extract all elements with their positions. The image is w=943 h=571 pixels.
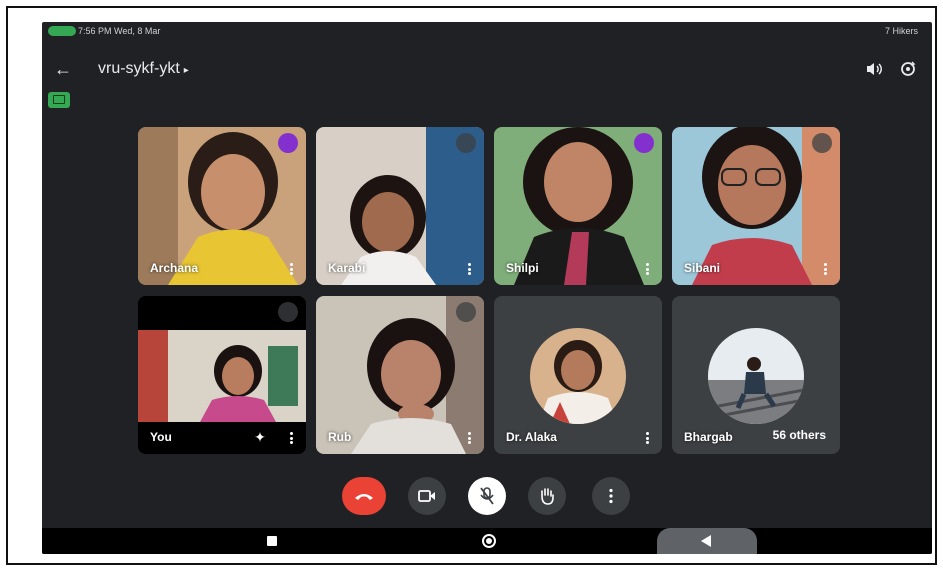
- others-count-chip[interactable]: 56 others: [764, 422, 834, 448]
- participant-name: Shilpi: [506, 261, 539, 275]
- participant-avatar: [708, 328, 804, 424]
- captions-icon[interactable]: [48, 92, 70, 108]
- back-arrow-icon[interactable]: ←: [52, 58, 74, 80]
- participant-tile-self[interactable]: You ✦: [138, 296, 306, 454]
- more-options-icon[interactable]: [286, 430, 296, 446]
- more-options-button[interactable]: [592, 477, 630, 515]
- effects-icon[interactable]: ✦: [250, 428, 270, 446]
- status-right: 7 Hikers: [884, 26, 918, 36]
- mic-off-icon: [634, 302, 654, 322]
- back-nav-button[interactable]: [657, 528, 757, 554]
- status-time: 7:56 PM Wed, 8 Mar: [78, 26, 161, 36]
- meeting-code-text: vru-sykf-ykt: [98, 60, 180, 77]
- call-indicator-pill: [48, 26, 76, 36]
- participant-name: Rub: [328, 430, 352, 444]
- participant-name: You: [150, 430, 172, 444]
- more-options-icon[interactable]: [642, 430, 652, 446]
- meeting-code-button[interactable]: vru-sykf-ykt ▸: [98, 58, 189, 82]
- speaking-indicator-icon: [634, 133, 654, 153]
- participant-name: Dr. Alaka: [506, 430, 557, 444]
- participant-tile[interactable]: Shilpi: [494, 127, 662, 285]
- participant-name: Karabi: [328, 261, 366, 275]
- home-nav-icon[interactable]: [482, 534, 496, 548]
- more-options-icon[interactable]: [642, 261, 652, 277]
- back-nav-icon: [701, 535, 711, 547]
- status-bar: 7:56 PM Wed, 8 Mar 7 Hikers: [42, 22, 932, 40]
- more-options-icon[interactable]: [464, 261, 474, 277]
- participant-name: Sibani: [684, 261, 721, 275]
- recents-nav-icon[interactable]: [267, 536, 277, 546]
- participant-tile[interactable]: Archana: [138, 127, 306, 285]
- end-call-icon: [355, 494, 373, 500]
- mic-off-icon: [812, 302, 832, 322]
- participant-grid: Archana Karabi Shilpi Sibani You ✦ Rub D…: [138, 127, 842, 454]
- participant-avatar: [530, 328, 626, 424]
- mic-off-icon: [456, 302, 476, 322]
- microphone-button[interactable]: [468, 477, 506, 515]
- more-options-icon[interactable]: [286, 261, 296, 277]
- meet-screen: 7:56 PM Wed, 8 Mar 7 Hikers ← vru-sykf-y…: [42, 22, 932, 554]
- participant-tile[interactable]: Sibani: [672, 127, 840, 285]
- participant-name: Bhargab: [684, 430, 733, 444]
- raise-hand-icon: [541, 488, 554, 505]
- camera-icon: [418, 490, 435, 502]
- flip-camera-icon[interactable]: [896, 58, 920, 80]
- more-options-icon[interactable]: [464, 430, 474, 446]
- mic-off-icon: [456, 133, 476, 153]
- mic-off-icon: [812, 133, 832, 153]
- participant-tile[interactable]: Karabi: [316, 127, 484, 285]
- speaking-indicator-icon: [278, 133, 298, 153]
- more-options-icon: [609, 488, 613, 504]
- participant-name: Archana: [150, 261, 199, 275]
- android-nav-bar: [42, 528, 932, 554]
- call-controls: [342, 477, 642, 517]
- meeting-code-caret-icon: ▸: [183, 65, 189, 76]
- mic-off-icon: [278, 302, 298, 322]
- participant-tile[interactable]: Dr. Alaka: [494, 296, 662, 454]
- speaker-icon[interactable]: [862, 58, 886, 80]
- mic-off-icon: [480, 487, 494, 505]
- raise-hand-button[interactable]: [528, 477, 566, 515]
- participant-tile[interactable]: Rub: [316, 296, 484, 454]
- participant-tile[interactable]: Bhargab 56 others: [672, 296, 840, 454]
- more-options-icon[interactable]: [820, 261, 830, 277]
- screenshot-frame: 7:56 PM Wed, 8 Mar 7 Hikers ← vru-sykf-y…: [6, 6, 937, 565]
- camera-button[interactable]: [408, 477, 446, 515]
- end-call-button[interactable]: [342, 477, 386, 515]
